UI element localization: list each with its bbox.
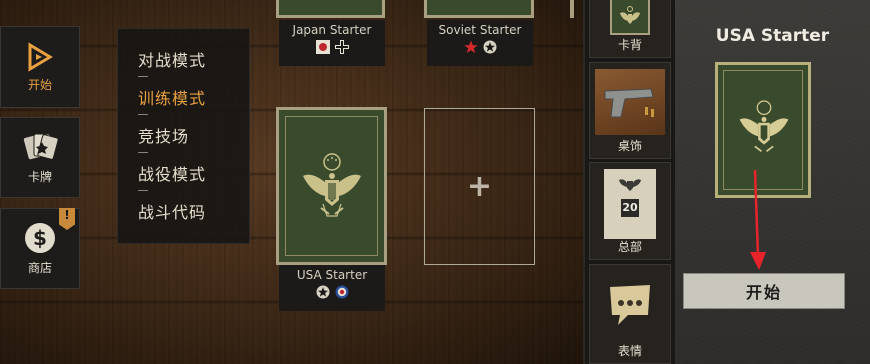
nav-cards-button[interactable]: 卡牌 (0, 117, 80, 198)
soviet-deck-card[interactable] (424, 0, 534, 18)
customization-column: 卡背 桌饰 20 总部 表情 (583, 0, 675, 364)
mode-divider (138, 76, 148, 77)
mode-item-battle-code[interactable]: 战斗代码 (138, 199, 206, 223)
hq-eagle-icon (619, 179, 641, 191)
red-arrow-annotation (750, 169, 766, 270)
pistol-icon (604, 88, 654, 118)
mode-divider (138, 152, 148, 153)
uk-roundel-icon (335, 285, 348, 299)
soviet-deck-name: Soviet Starter (438, 23, 522, 37)
play-triangle-icon (28, 41, 53, 72)
nav-cards-label: 卡牌 (27, 170, 52, 184)
hq-item[interactable]: 20 总部 (589, 162, 671, 260)
us-eagle-seal-icon (303, 153, 361, 217)
mode-divider (138, 190, 148, 191)
table-decor-thumbnail (595, 69, 665, 135)
nav-start-label: 开始 (27, 77, 52, 92)
us-eagle-seal-icon (739, 100, 789, 152)
soviet-deck-label-box: Soviet Starter (427, 20, 533, 66)
japan-deck-name: Japan Starter (292, 23, 372, 37)
eagle-small-icon (620, 6, 640, 24)
speech-bubble-icon (610, 285, 650, 325)
emote-label: 表情 (617, 344, 642, 358)
table-decor-item[interactable]: 桌饰 (589, 62, 671, 159)
card-back-item[interactable]: 卡背 (589, 0, 671, 58)
nav-shop-button[interactable]: $ 商店 ! (0, 208, 80, 289)
usa-deck-name: USA Starter (296, 268, 368, 282)
empty-deck-slot[interactable]: + (424, 108, 535, 265)
selected-deck-title: USA Starter (715, 26, 830, 46)
cards-icon (23, 133, 59, 160)
start-button[interactable]: 开始 (683, 273, 845, 309)
usa-star-badge-icon (316, 285, 329, 299)
usa-deck-card[interactable] (276, 107, 387, 265)
usa-deck-label-box: USA Starter (279, 265, 385, 311)
mode-menu: 对战模式 训练模式 竞技场 战役模式 战斗代码 (117, 28, 250, 244)
nav-shop-label: 商店 (27, 261, 52, 275)
japan-deck-card[interactable] (276, 0, 385, 18)
partial-deck-edge (570, 0, 574, 18)
mode-item-battle[interactable]: 对战模式 (138, 47, 206, 71)
red-star-icon (463, 40, 478, 53)
emote-thumbnail (608, 283, 652, 327)
mode-divider (138, 114, 148, 115)
hq-label: 总部 (617, 240, 642, 254)
dollar-coin-icon: $ (25, 223, 55, 253)
selected-deck-panel: USA Starter (675, 0, 870, 364)
emote-item[interactable]: 表情 (589, 264, 671, 364)
white-star-badge-icon (483, 40, 496, 54)
nav-start-button[interactable]: 开始 (0, 26, 80, 108)
mode-item-arena[interactable]: 竞技场 (138, 123, 189, 147)
mode-item-campaign[interactable]: 战役模式 (138, 161, 206, 185)
hq-value-badge: 20 (621, 199, 639, 217)
table-decor-label: 桌饰 (617, 139, 642, 153)
mode-item-training[interactable]: 训练模式 (138, 85, 206, 109)
card-back-label: 卡背 (617, 38, 642, 52)
svg-text:$: $ (33, 226, 47, 250)
hq-thumbnail: 20 (604, 169, 656, 239)
japan-deck-label-box: Japan Starter (279, 20, 385, 66)
add-deck-plus-icon: + (466, 169, 493, 204)
japan-flag-icon (315, 40, 330, 54)
german-cross-icon (334, 40, 349, 54)
card-back-thumbnail (610, 0, 650, 35)
shop-notification-badge: ! (59, 208, 75, 230)
